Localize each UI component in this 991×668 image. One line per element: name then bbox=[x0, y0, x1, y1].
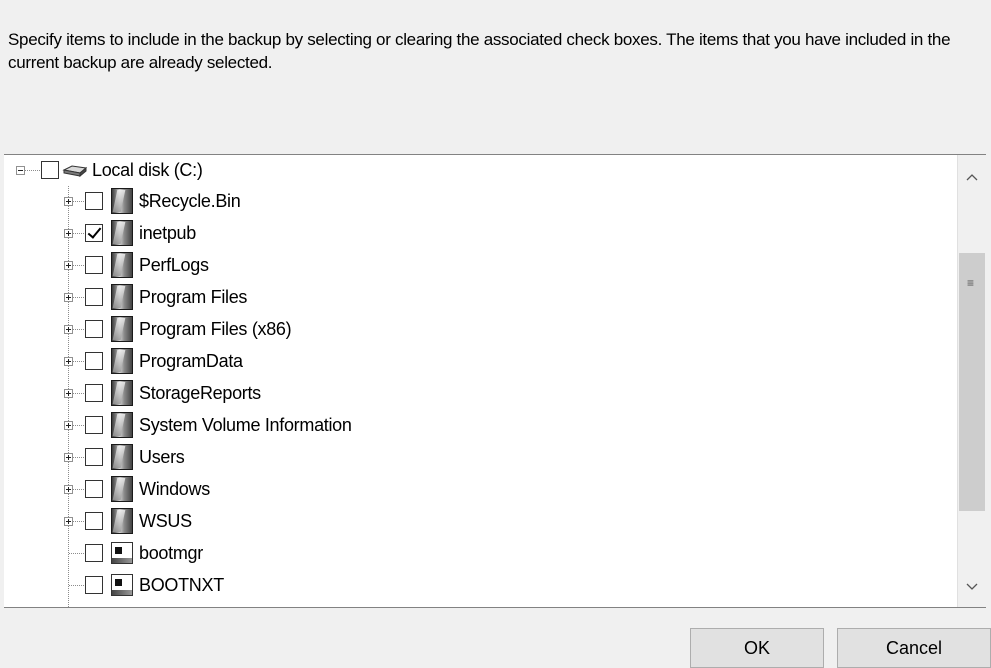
folder-icon bbox=[111, 380, 133, 406]
tree-item-label: inetpub bbox=[139, 223, 196, 243]
item-checkbox[interactable] bbox=[85, 320, 103, 338]
system-file-icon bbox=[111, 574, 133, 596]
tree-line-horizontal bbox=[73, 201, 85, 202]
tree-item-label: Program Files bbox=[139, 287, 248, 307]
folder-icon bbox=[111, 252, 133, 278]
tree-item-label: bootmgr bbox=[139, 543, 203, 563]
tree-line-horizontal bbox=[69, 553, 85, 554]
item-checkbox[interactable] bbox=[85, 224, 103, 242]
item-checkbox[interactable] bbox=[85, 512, 103, 530]
drive-icon bbox=[62, 165, 88, 178]
tree-item-label: ProgramData bbox=[139, 351, 243, 371]
tree-line-horizontal bbox=[73, 393, 85, 394]
folder-icon bbox=[111, 284, 133, 310]
tree-item-label: WSUS bbox=[139, 511, 192, 531]
tree-line-horizontal bbox=[73, 265, 85, 266]
tree-item-label: System Volume Information bbox=[139, 415, 352, 435]
folder-icon bbox=[111, 220, 133, 246]
expand-toggle-icon[interactable] bbox=[64, 485, 73, 494]
tree-item-label: StorageReports bbox=[139, 383, 261, 403]
folder-icon bbox=[111, 444, 133, 470]
chevron-up-icon[interactable] bbox=[958, 163, 986, 191]
tree-line-horizontal bbox=[73, 361, 85, 362]
file-tree: Local disk (C:) $Recycle.Bin inetpub PerfL… bbox=[4, 155, 958, 607]
folder-icon bbox=[111, 476, 133, 502]
tree-line-horizontal bbox=[73, 521, 85, 522]
folder-icon bbox=[111, 412, 133, 438]
expand-toggle-icon[interactable] bbox=[64, 357, 73, 366]
item-checkbox[interactable] bbox=[85, 288, 103, 306]
tree-line-horizontal bbox=[73, 297, 85, 298]
item-checkbox[interactable] bbox=[85, 480, 103, 498]
expand-toggle-icon[interactable] bbox=[64, 453, 73, 462]
ok-button[interactable]: OK bbox=[690, 628, 824, 668]
item-checkbox[interactable] bbox=[85, 416, 103, 434]
item-checkbox[interactable] bbox=[85, 192, 103, 210]
scroll-thumb[interactable] bbox=[959, 253, 985, 511]
expand-toggle-icon[interactable] bbox=[64, 389, 73, 398]
tree-item-label: Users bbox=[139, 447, 185, 467]
expand-toggle-icon[interactable] bbox=[64, 293, 73, 302]
tree-line-horizontal bbox=[73, 329, 85, 330]
item-checkbox[interactable] bbox=[85, 384, 103, 402]
item-checkbox[interactable] bbox=[85, 352, 103, 370]
root-checkbox[interactable] bbox=[41, 161, 59, 179]
item-checkbox[interactable] bbox=[85, 544, 103, 562]
folder-icon bbox=[111, 188, 133, 214]
system-file-icon bbox=[111, 542, 133, 564]
expand-toggle-icon[interactable] bbox=[64, 229, 73, 238]
expand-toggle-icon[interactable] bbox=[64, 197, 73, 206]
item-checkbox[interactable] bbox=[85, 576, 103, 594]
cancel-button[interactable]: Cancel bbox=[837, 628, 991, 668]
expand-toggle-icon[interactable] bbox=[64, 325, 73, 334]
collapse-toggle-icon[interactable] bbox=[16, 166, 25, 175]
tree-line-horizontal bbox=[73, 233, 85, 234]
chevron-down-icon[interactable] bbox=[958, 573, 986, 601]
tree-line-horizontal bbox=[25, 170, 41, 171]
instructions-text: Specify items to include in the backup b… bbox=[8, 30, 951, 72]
expand-toggle-icon[interactable] bbox=[64, 261, 73, 270]
folder-icon bbox=[111, 316, 133, 342]
tree-item-label: $Recycle.Bin bbox=[139, 191, 241, 211]
tree-root-label: Local disk (C:) bbox=[92, 160, 203, 180]
vertical-scrollbar[interactable]: ≡ bbox=[957, 155, 986, 607]
folder-icon bbox=[111, 348, 133, 374]
tree-line-horizontal bbox=[73, 425, 85, 426]
expand-toggle-icon[interactable] bbox=[64, 517, 73, 526]
backup-items-dialog: Specify items to include in the backup b… bbox=[0, 0, 991, 668]
scroll-grip-icon: ≡ bbox=[967, 276, 975, 290]
tree-item-label: PerfLogs bbox=[139, 255, 209, 275]
item-checkbox[interactable] bbox=[85, 448, 103, 466]
expand-toggle-icon[interactable] bbox=[64, 421, 73, 430]
tree-item-label: Windows bbox=[139, 479, 210, 499]
tree-line-horizontal bbox=[73, 489, 85, 490]
folder-icon bbox=[111, 508, 133, 534]
tree-item-label: BOOTNXT bbox=[139, 575, 224, 595]
tree-line-horizontal bbox=[73, 457, 85, 458]
item-checkbox[interactable] bbox=[85, 256, 103, 274]
file-tree-panel: Local disk (C:) $Recycle.Bin inetpub PerfL… bbox=[4, 154, 986, 608]
tree-line-horizontal bbox=[69, 585, 85, 586]
tree-item-label: Program Files (x86) bbox=[139, 319, 292, 339]
